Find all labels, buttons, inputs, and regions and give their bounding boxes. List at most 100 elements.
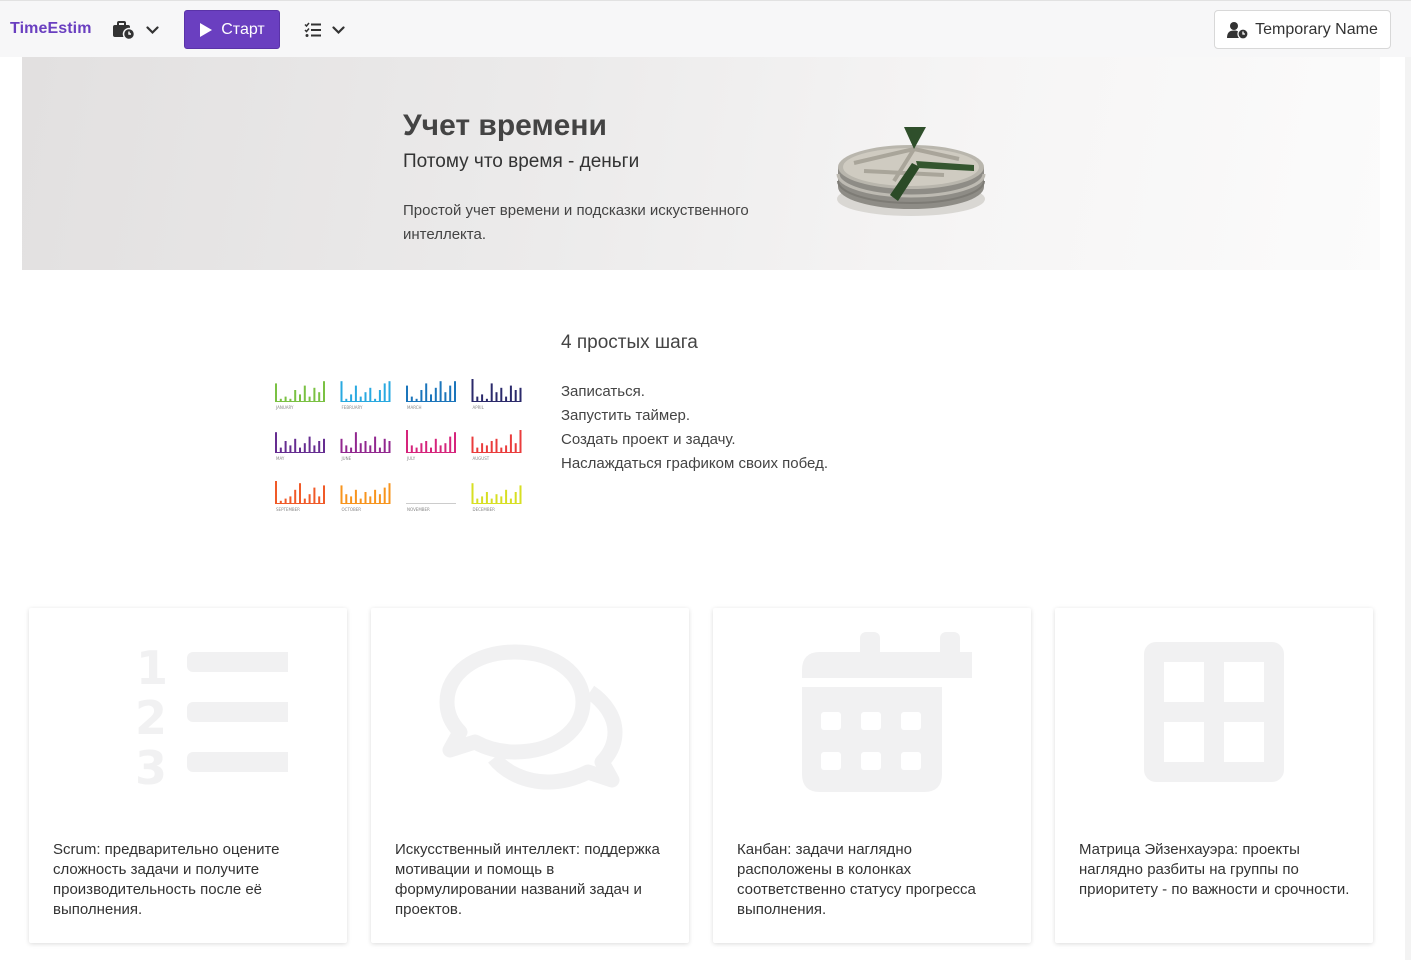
mini-chart-bar xyxy=(359,498,362,503)
mini-chart-bar xyxy=(490,441,493,452)
mini-chart-bar xyxy=(374,436,377,452)
mini-chart-bar xyxy=(308,396,311,401)
mini-chart-bar xyxy=(313,445,316,452)
mini-chart-bar xyxy=(410,445,413,452)
mini-chart-bar xyxy=(289,398,292,401)
mini-chart: MAY xyxy=(275,432,325,461)
mini-chart-bar xyxy=(481,394,484,401)
mini-chart-bar xyxy=(476,498,479,503)
feature-card-text: Матрица Эйзенхауэра: проекты наглядно ра… xyxy=(1079,841,1350,898)
hero-subtitle: Потому что время - деньги xyxy=(403,151,640,172)
mini-chart-bar xyxy=(519,485,522,503)
mini-chart-bar xyxy=(299,447,301,452)
mini-chart-bar xyxy=(364,441,367,452)
mini-chart-bar xyxy=(444,443,447,452)
mini-chart-bar xyxy=(406,430,408,452)
mini-chart-bar xyxy=(514,492,517,503)
monthly-charts-image: JANUARY FEBRUARY MARCH APRIL MAY JUNE JULY AUGU… xyxy=(275,379,522,512)
mini-chart-bar xyxy=(509,498,512,503)
mini-chart-bar xyxy=(303,385,306,401)
mini-chart-label: JULY xyxy=(406,456,416,461)
mini-chart-axis xyxy=(471,452,522,453)
mini-chart-bar xyxy=(420,390,423,401)
mini-chart-bar xyxy=(490,383,493,401)
hero-title: Учет времени xyxy=(403,109,607,142)
mini-chart: JANUARY xyxy=(275,381,325,410)
mini-chart-label: JUNE xyxy=(341,456,352,461)
mini-chart-label: NOVEMBER xyxy=(407,507,430,512)
mini-chart-axis xyxy=(340,503,391,504)
feature-card-kanban: Канбан: задачи наглядно расположены в ко… xyxy=(713,608,1031,943)
mini-chart-axis xyxy=(340,401,391,402)
mini-chart-bar xyxy=(500,387,503,401)
mini-chart-bar xyxy=(303,443,306,452)
user-menu-button[interactable]: Temporary Name xyxy=(1214,10,1391,49)
mini-chart-label: FEBRUARY xyxy=(342,405,364,410)
mini-chart-bar xyxy=(369,445,372,452)
mini-chart: NOVEMBER xyxy=(406,503,456,512)
mini-chart-label: SEPTEMBER xyxy=(276,507,300,512)
mini-chart-bar xyxy=(454,432,456,452)
mini-chart-axis xyxy=(406,503,456,504)
mini-chart-bar xyxy=(415,447,418,452)
mini-chart-bar xyxy=(490,498,493,503)
mini-chart-bar xyxy=(444,392,447,401)
brand-logo[interactable]: TimeEstim xyxy=(10,20,92,38)
mini-chart-bar xyxy=(275,383,277,401)
mini-chart-bar xyxy=(434,387,437,401)
tasks-dropdown[interactable] xyxy=(304,19,345,41)
mini-chart-bar xyxy=(500,496,503,503)
mini-chart-bar xyxy=(519,387,522,401)
mini-chart-bar xyxy=(439,381,442,401)
mini-chart-bar xyxy=(275,432,277,452)
mini-chart-bar xyxy=(383,383,386,401)
mini-chart-bar xyxy=(279,500,282,503)
mini-chart-bar xyxy=(354,432,357,452)
mini-chart-bar xyxy=(505,445,508,452)
mini-chart-bar xyxy=(308,494,311,503)
mini-chart-bar xyxy=(323,485,325,503)
mini-chart-bar xyxy=(383,438,386,452)
mini-chart-label: AUGUST xyxy=(473,456,490,461)
step-item: Наслаждаться графиком своих побед. xyxy=(561,455,828,472)
projects-dropdown[interactable] xyxy=(112,19,159,41)
mini-chart-bar xyxy=(313,487,316,503)
mini-chart-label: JANUARY xyxy=(275,405,294,410)
mini-chart-bar xyxy=(299,394,301,401)
calendar-icon xyxy=(802,632,972,792)
step-item: Создать проект и задачу. xyxy=(561,431,736,448)
feature-card-text: Канбан: задачи наглядно расположены в ко… xyxy=(737,841,976,918)
top-navbar: TimeEstim Старт Temporary Name xyxy=(0,0,1411,57)
hero-banner: Учет времени Потому что время - деньги П… xyxy=(22,57,1380,270)
mini-chart-bar xyxy=(519,430,522,452)
mini-chart-axis xyxy=(275,452,325,453)
mini-chart-bar xyxy=(500,447,503,452)
numbered-list-icon: 1 2 3 xyxy=(135,641,288,792)
mini-chart-bar xyxy=(406,385,408,401)
mini-chart-bar xyxy=(279,447,282,452)
step-item: Запустить таймер. xyxy=(561,407,691,424)
feature-card-text: Scrum: предварительно оцените сложность … xyxy=(53,841,280,918)
mini-chart-bar xyxy=(374,398,377,401)
mini-chart-bar xyxy=(388,441,391,452)
start-timer-button[interactable]: Старт xyxy=(184,10,280,49)
mini-chart-bar xyxy=(308,436,311,452)
mini-chart-axis xyxy=(471,503,522,504)
feature-card-ai: Искусственный интеллект: поддержка мотив… xyxy=(371,608,689,943)
mini-chart-bar xyxy=(340,381,343,401)
mini-chart-bar xyxy=(378,494,381,503)
mini-chart-bar xyxy=(359,443,362,452)
mini-chart-bar xyxy=(284,396,287,401)
mini-chart-bar xyxy=(284,441,287,452)
mini-chart: APRIL xyxy=(471,379,522,410)
mini-chart-bar xyxy=(481,443,484,452)
mini-chart-bar xyxy=(495,494,498,503)
scrollbar-track[interactable] xyxy=(1405,57,1411,960)
mini-chart-bar xyxy=(323,438,325,452)
mini-chart-bar xyxy=(471,379,474,401)
mini-chart-bar xyxy=(514,443,517,452)
mini-chart: JULY xyxy=(406,430,456,461)
mini-chart-bar xyxy=(364,492,367,503)
hero-description: Простой учет времени и подсказки искуств… xyxy=(403,202,749,243)
start-button-label: Старт xyxy=(221,20,265,38)
